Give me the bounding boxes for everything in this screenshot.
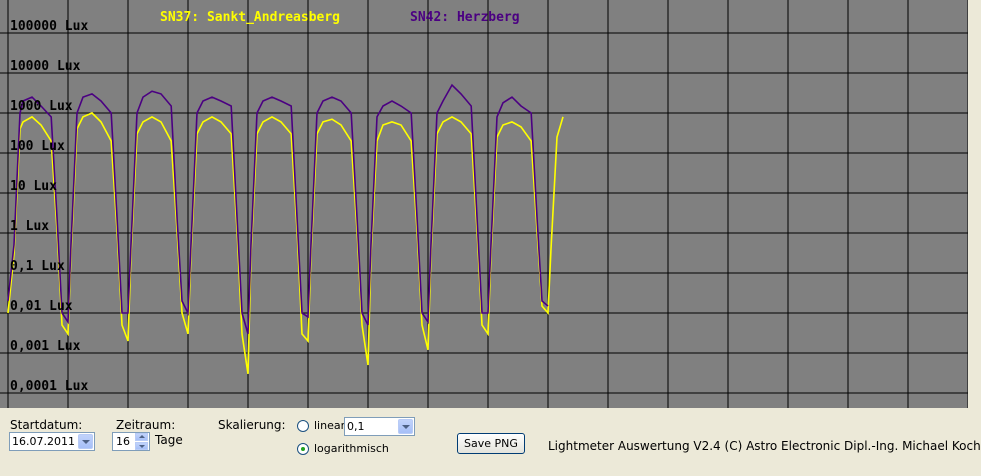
right-strip [968, 0, 981, 408]
y-tick-label: 0,01 Lux [10, 299, 73, 314]
y-tick-label: 0,0001 Lux [10, 379, 88, 394]
legend-label-2: SN42: Herzberg [410, 10, 520, 25]
zeitraum-stepper[interactable]: 16 [112, 432, 150, 451]
save-png-button[interactable]: Save PNG [457, 433, 525, 454]
startdatum-value: 16.07.2011 [12, 435, 75, 448]
spin-down-icon[interactable] [135, 442, 148, 450]
y-tick-label: 0,001 Lux [10, 339, 81, 354]
startdatum-label: Startdatum: [10, 418, 83, 432]
series-line-1 [7, 112, 564, 375]
light-chart: 100000 Lux 10000 Lux 1000 Lux 100 Lux 10 Lux… [0, 0, 968, 408]
zeitraum-label: Zeitraum: [116, 418, 176, 432]
y-tick-label: 10000 Lux [10, 59, 81, 74]
skalierung-label: Skalierung: [218, 418, 286, 432]
zeitraum-value: 16 [116, 435, 130, 448]
tage-label: Tage [155, 433, 183, 447]
chart-area: 100000 Lux 10000 Lux 1000 Lux 100 Lux 10 Lux… [0, 0, 968, 408]
y-tick-label: 1 Lux [10, 219, 49, 234]
chevron-down-icon[interactable] [78, 434, 93, 449]
spin-up-icon[interactable] [135, 433, 148, 441]
y-tick-label: 100000 Lux [10, 19, 88, 34]
linear-radio[interactable] [297, 420, 309, 432]
linear-label: linear [314, 419, 346, 432]
chevron-down-icon[interactable] [398, 419, 413, 434]
legend-label-1: SN37: Sankt_Andreasberg [160, 10, 340, 25]
y-tick-label: 0,1 Lux [10, 259, 65, 274]
linear-value-dropdown[interactable]: 0,1 [344, 417, 415, 436]
linear-value: 0,1 [347, 420, 365, 433]
y-tick-label: 1000 Lux [10, 99, 73, 114]
logarithmisch-label: logarithmisch [314, 442, 389, 455]
y-tick-label: 10 Lux [10, 179, 57, 194]
footer-credit: Lightmeter Auswertung V2.4 (C) Astro Ele… [548, 439, 981, 453]
startdatum-dropdown[interactable]: 16.07.2011 [9, 432, 95, 451]
series-line-2 [7, 83, 549, 335]
y-tick-label: 100 Lux [10, 139, 65, 154]
logarithmisch-radio[interactable] [297, 443, 309, 455]
